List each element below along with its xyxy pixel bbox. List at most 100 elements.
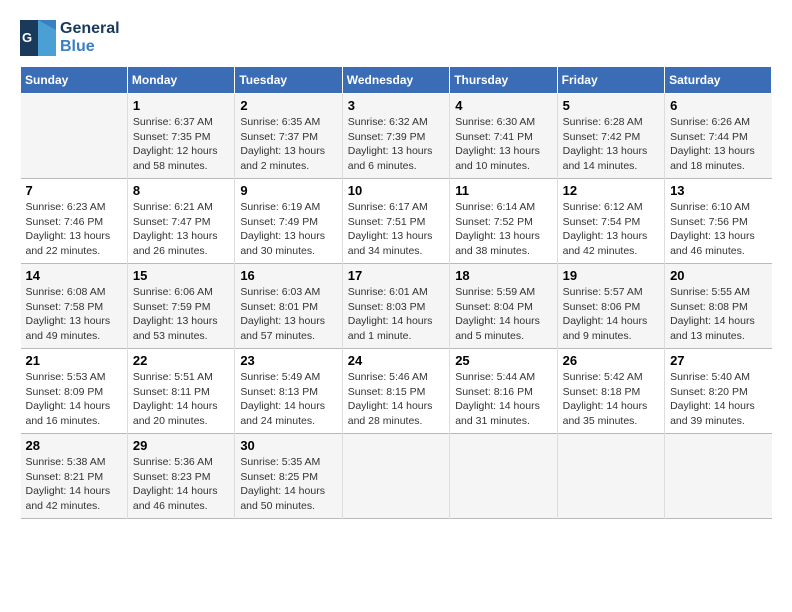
calendar-cell: 7 Sunrise: 6:23 AMSunset: 7:46 PMDaylight… (21, 179, 128, 264)
header-row: SundayMondayTuesdayWednesdayThursdayFrid… (21, 67, 772, 94)
calendar-cell: 14 Sunrise: 6:08 AMSunset: 7:58 PMDayligh… (21, 264, 128, 349)
calendar-cell: 23Sunrise: 5:49 AMSunset: 8:13 PMDayligh… (235, 349, 342, 434)
day-info: Sunrise: 6:19 AMSunset: 7:49 PMDaylight:… (240, 200, 336, 259)
day-info: Sunrise: 6:08 AMSunset: 7:58 PMDaylight:… (26, 285, 122, 344)
col-header-sunday: Sunday (21, 67, 128, 94)
day-number: 24 (348, 353, 444, 368)
day-info: Sunrise: 6:37 AMSunset: 7:35 PMDaylight:… (133, 115, 229, 174)
week-row-3: 14 Sunrise: 6:08 AMSunset: 7:58 PMDayligh… (21, 264, 772, 349)
day-number: 4 (455, 98, 551, 113)
day-number: 13 (670, 183, 766, 198)
day-number: 5 (563, 98, 659, 113)
week-row-1: 1 Sunrise: 6:37 AMSunset: 7:35 PMDaylight… (21, 94, 772, 179)
calendar-cell: 9 Sunrise: 6:19 AMSunset: 7:49 PMDaylight… (235, 179, 342, 264)
day-number: 9 (240, 183, 336, 198)
day-info: Sunrise: 5:36 AMSunset: 8:23 PMDaylight:… (133, 455, 229, 514)
week-row-2: 7 Sunrise: 6:23 AMSunset: 7:46 PMDaylight… (21, 179, 772, 264)
calendar-cell (557, 434, 664, 519)
col-header-tuesday: Tuesday (235, 67, 342, 94)
day-info: Sunrise: 6:12 AMSunset: 7:54 PMDaylight:… (563, 200, 659, 259)
day-number: 10 (348, 183, 444, 198)
day-info: Sunrise: 6:30 AMSunset: 7:41 PMDaylight:… (455, 115, 551, 174)
day-info: Sunrise: 5:53 AMSunset: 8:09 PMDaylight:… (26, 370, 122, 429)
calendar-cell: 12Sunrise: 6:12 AMSunset: 7:54 PMDayligh… (557, 179, 664, 264)
day-info: Sunrise: 6:26 AMSunset: 7:44 PMDaylight:… (670, 115, 766, 174)
day-number: 17 (348, 268, 444, 283)
day-info: Sunrise: 5:57 AMSunset: 8:06 PMDaylight:… (563, 285, 659, 344)
calendar-body: 1 Sunrise: 6:37 AMSunset: 7:35 PMDaylight… (21, 94, 772, 519)
day-info: Sunrise: 6:23 AMSunset: 7:46 PMDaylight:… (26, 200, 122, 259)
day-number: 15 (133, 268, 229, 283)
col-header-monday: Monday (127, 67, 234, 94)
day-number: 3 (348, 98, 444, 113)
calendar-cell: 1 Sunrise: 6:37 AMSunset: 7:35 PMDaylight… (127, 94, 234, 179)
col-header-saturday: Saturday (665, 67, 772, 94)
logo-line2: Blue (60, 38, 120, 56)
day-number: 26 (563, 353, 659, 368)
page-header: G General Blue (20, 20, 772, 56)
calendar-cell: 15 Sunrise: 6:06 AMSunset: 7:59 PMDayligh… (127, 264, 234, 349)
calendar-cell: 25Sunrise: 5:44 AMSunset: 8:16 PMDayligh… (450, 349, 557, 434)
calendar-cell (21, 94, 128, 179)
calendar-cell: 29 Sunrise: 5:36 AMSunset: 8:23 PMDayligh… (127, 434, 234, 519)
calendar-cell: 22Sunrise: 5:51 AMSunset: 8:11 PMDayligh… (127, 349, 234, 434)
calendar-cell (665, 434, 772, 519)
day-info: Sunrise: 5:44 AMSunset: 8:16 PMDaylight:… (455, 370, 551, 429)
col-header-friday: Friday (557, 67, 664, 94)
day-number: 21 (26, 353, 122, 368)
day-info: Sunrise: 6:17 AMSunset: 7:51 PMDaylight:… (348, 200, 444, 259)
week-row-5: 28Sunrise: 5:38 AMSunset: 8:21 PMDayligh… (21, 434, 772, 519)
week-row-4: 21 Sunrise: 5:53 AMSunset: 8:09 PMDayligh… (21, 349, 772, 434)
day-info: Sunrise: 5:35 AMSunset: 8:25 PMDaylight:… (240, 455, 336, 514)
calendar-cell: 19Sunrise: 5:57 AMSunset: 8:06 PMDayligh… (557, 264, 664, 349)
day-info: Sunrise: 6:10 AMSunset: 7:56 PMDaylight:… (670, 200, 766, 259)
day-number: 8 (133, 183, 229, 198)
day-number: 22 (133, 353, 229, 368)
calendar-cell: 6 Sunrise: 6:26 AMSunset: 7:44 PMDaylight… (665, 94, 772, 179)
calendar-cell: 18 Sunrise: 5:59 AMSunset: 8:04 PMDayligh… (450, 264, 557, 349)
day-info: Sunrise: 6:06 AMSunset: 7:59 PMDaylight:… (133, 285, 229, 344)
day-number: 20 (670, 268, 766, 283)
day-info: Sunrise: 5:55 AMSunset: 8:08 PMDaylight:… (670, 285, 766, 344)
day-number: 7 (26, 183, 122, 198)
day-info: Sunrise: 5:38 AMSunset: 8:21 PMDaylight:… (26, 455, 122, 514)
calendar-cell: 2Sunrise: 6:35 AMSunset: 7:37 PMDaylight… (235, 94, 342, 179)
day-info: Sunrise: 5:40 AMSunset: 8:20 PMDaylight:… (670, 370, 766, 429)
day-number: 18 (455, 268, 551, 283)
day-number: 14 (26, 268, 122, 283)
calendar-cell: 27 Sunrise: 5:40 AMSunset: 8:20 PMDayligh… (665, 349, 772, 434)
day-info: Sunrise: 6:32 AMSunset: 7:39 PMDaylight:… (348, 115, 444, 174)
day-number: 2 (240, 98, 336, 113)
calendar-cell: 21 Sunrise: 5:53 AMSunset: 8:09 PMDayligh… (21, 349, 128, 434)
day-number: 6 (670, 98, 766, 113)
calendar-cell: 20 Sunrise: 5:55 AMSunset: 8:08 PMDayligh… (665, 264, 772, 349)
day-info: Sunrise: 6:21 AMSunset: 7:47 PMDaylight:… (133, 200, 229, 259)
day-info: Sunrise: 5:46 AMSunset: 8:15 PMDaylight:… (348, 370, 444, 429)
logo-line1: General (60, 20, 120, 38)
day-info: Sunrise: 6:01 AMSunset: 8:03 PMDaylight:… (348, 285, 444, 344)
calendar-header: SundayMondayTuesdayWednesdayThursdayFrid… (21, 67, 772, 94)
day-info: Sunrise: 6:14 AMSunset: 7:52 PMDaylight:… (455, 200, 551, 259)
calendar-cell: 24 Sunrise: 5:46 AMSunset: 8:15 PMDayligh… (342, 349, 449, 434)
day-info: Sunrise: 6:28 AMSunset: 7:42 PMDaylight:… (563, 115, 659, 174)
calendar-cell: 4 Sunrise: 6:30 AMSunset: 7:41 PMDaylight… (450, 94, 557, 179)
day-number: 27 (670, 353, 766, 368)
logo-wrapper: G General Blue (20, 20, 120, 56)
logo-svg: G (20, 20, 56, 56)
calendar-cell: 30Sunrise: 5:35 AMSunset: 8:25 PMDayligh… (235, 434, 342, 519)
calendar-cell: 3 Sunrise: 6:32 AMSunset: 7:39 PMDaylight… (342, 94, 449, 179)
day-number: 11 (455, 183, 551, 198)
col-header-thursday: Thursday (450, 67, 557, 94)
svg-text:G: G (22, 30, 32, 45)
day-number: 16 (240, 268, 336, 283)
day-info: Sunrise: 5:59 AMSunset: 8:04 PMDaylight:… (455, 285, 551, 344)
calendar-cell: 28Sunrise: 5:38 AMSunset: 8:21 PMDayligh… (21, 434, 128, 519)
day-number: 29 (133, 438, 229, 453)
day-number: 1 (133, 98, 229, 113)
calendar-cell: 26 Sunrise: 5:42 AMSunset: 8:18 PMDayligh… (557, 349, 664, 434)
calendar-cell: 11 Sunrise: 6:14 AMSunset: 7:52 PMDayligh… (450, 179, 557, 264)
calendar-cell (450, 434, 557, 519)
calendar-cell: 8 Sunrise: 6:21 AMSunset: 7:47 PMDaylight… (127, 179, 234, 264)
calendar-cell: 10 Sunrise: 6:17 AMSunset: 7:51 PMDayligh… (342, 179, 449, 264)
day-info: Sunrise: 5:42 AMSunset: 8:18 PMDaylight:… (563, 370, 659, 429)
